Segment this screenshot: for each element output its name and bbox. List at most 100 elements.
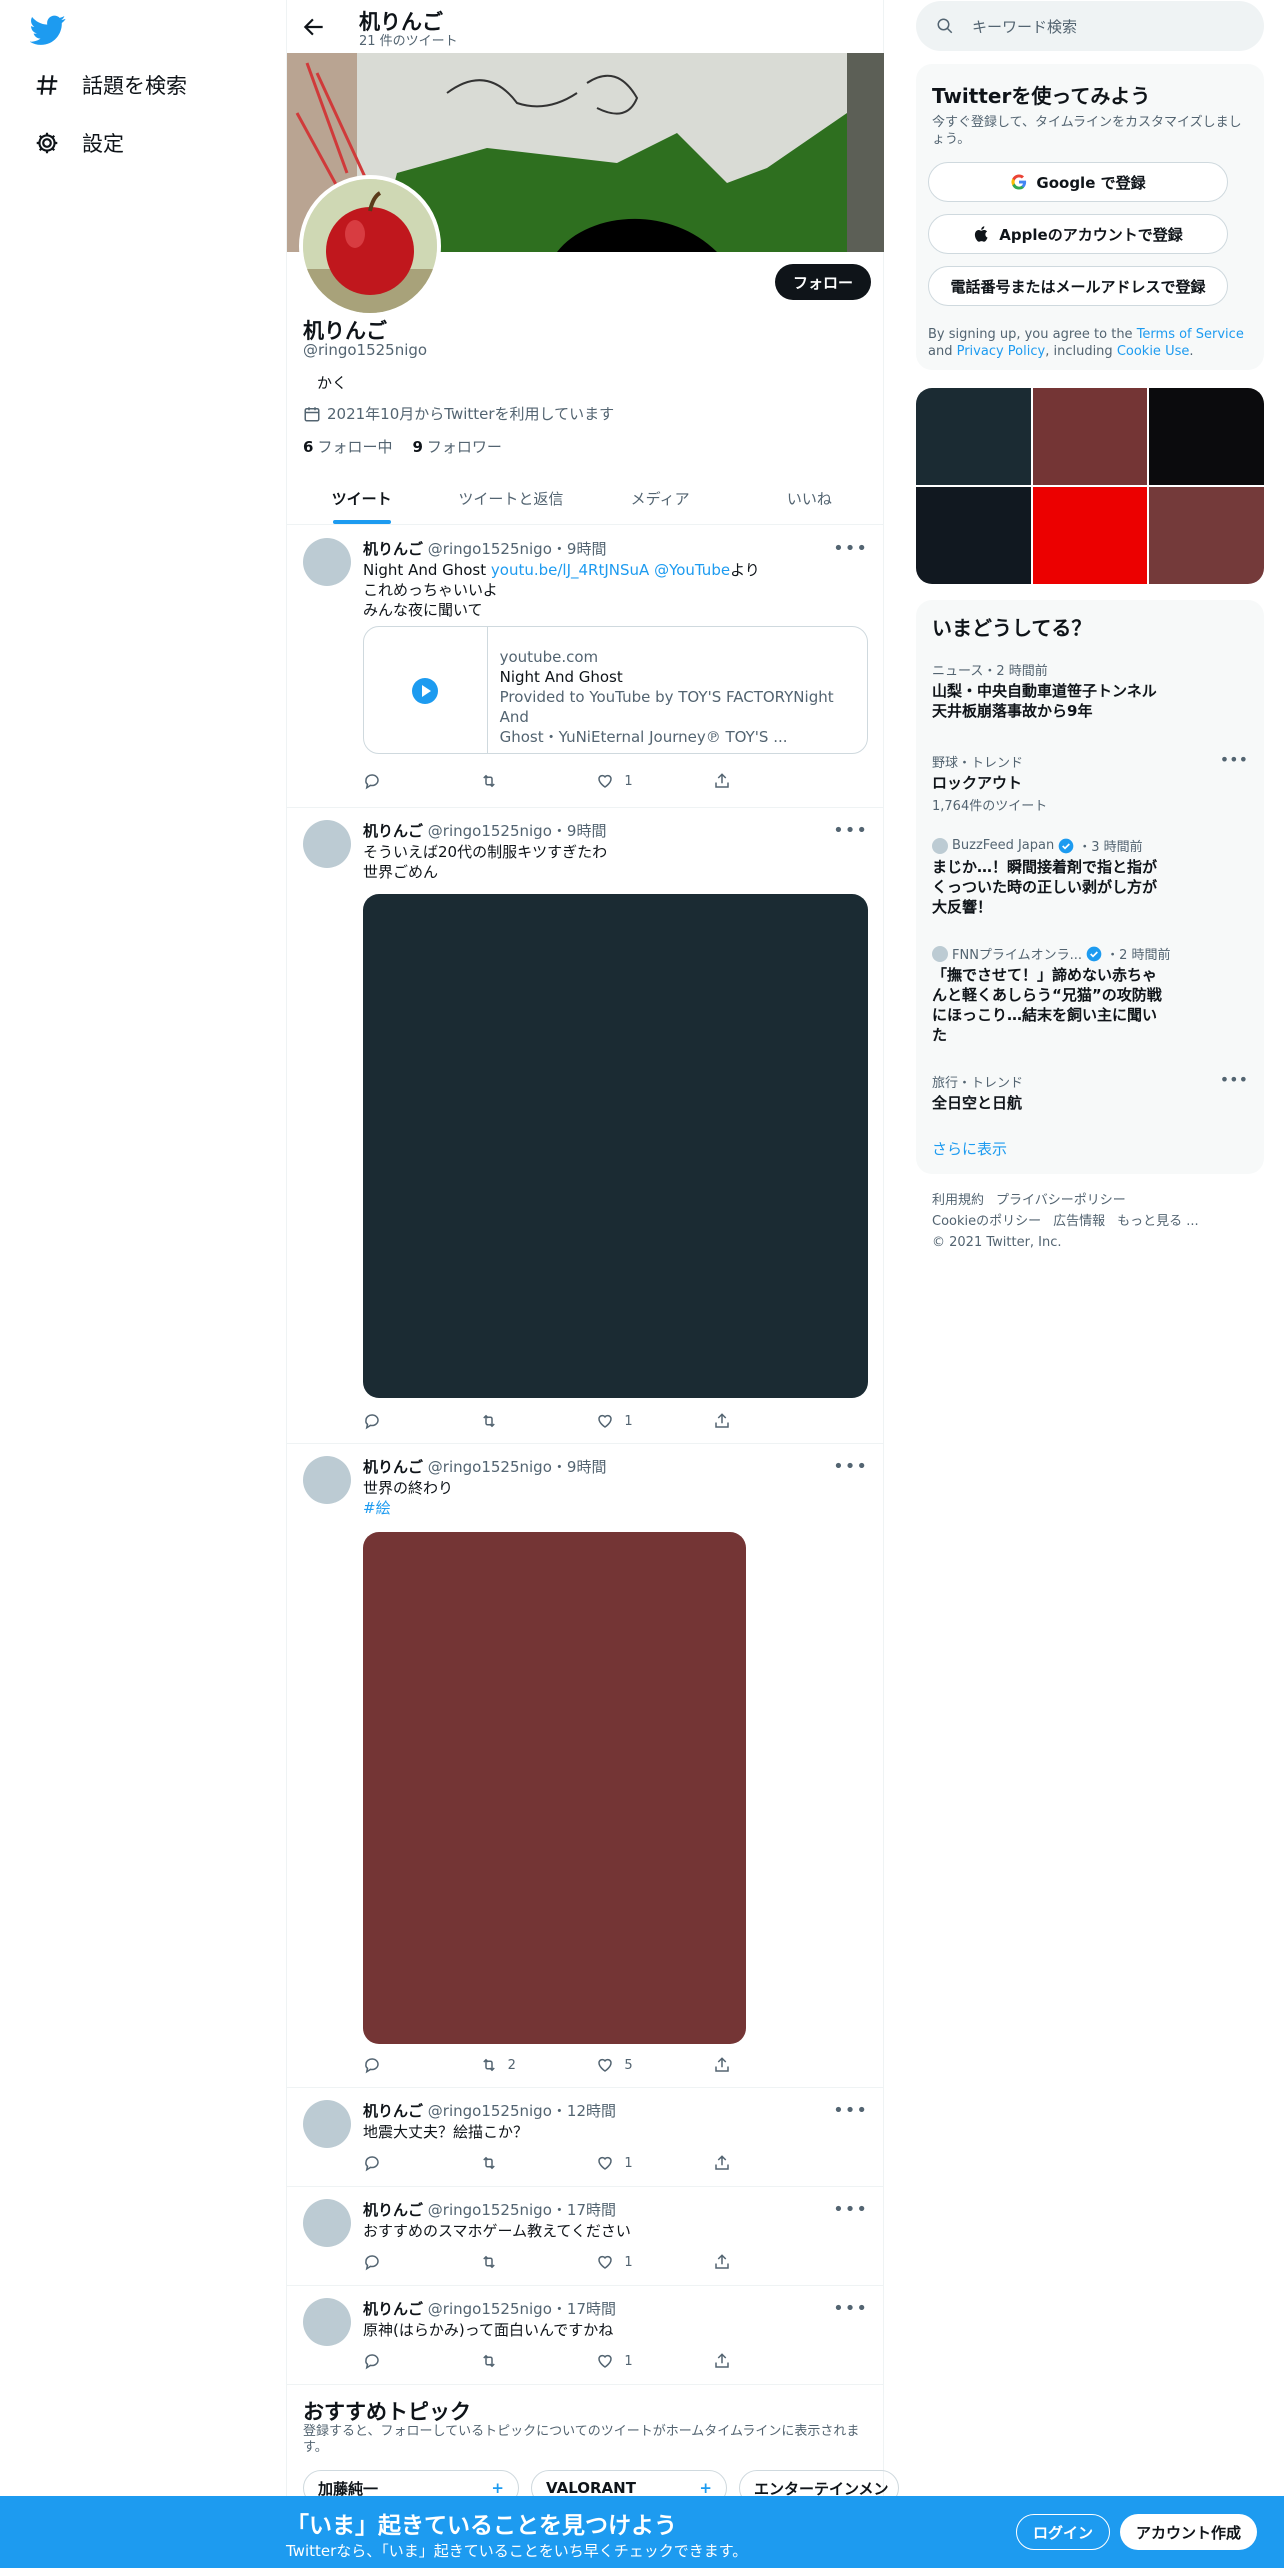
share-button[interactable] — [713, 2056, 793, 2074]
following-link[interactable]: 6 フォロー中 — [303, 436, 392, 457]
tweet-avatar[interactable] — [303, 2100, 351, 2148]
more-options-icon[interactable]: ••• — [1220, 1070, 1248, 1089]
footer-ads-link[interactable]: 広告情報 — [1053, 1214, 1105, 1229]
tweet-author-name[interactable]: 机りんご — [363, 540, 423, 558]
tweet-time[interactable]: 17時間 — [567, 2300, 616, 2318]
tweet-time[interactable]: 17時間 — [567, 2201, 616, 2219]
followers-link[interactable]: 9 フォロワー — [412, 436, 501, 457]
tweet-avatar[interactable] — [303, 1456, 351, 1504]
like-button[interactable]: 1 — [596, 2253, 676, 2271]
media-thumbnail[interactable] — [1032, 388, 1148, 485]
retweet-button[interactable] — [480, 1412, 560, 1430]
retweet-button[interactable] — [480, 772, 560, 790]
link-card[interactable]: youtube.com Night And Ghost Provided to … — [363, 626, 868, 754]
tweet[interactable]: 机りんご @ringo1525nigo・12時間 ••• 地震大丈夫？絵描こか？… — [287, 2088, 884, 2187]
reply-button[interactable] — [363, 2056, 443, 2074]
like-button[interactable]: 1 — [596, 2154, 676, 2172]
trend-item[interactable]: BuzzFeed Japan ・3 時間前 まじか…！瞬間接着剤で指と指が くっつ… — [932, 836, 1232, 917]
share-button[interactable] — [713, 772, 793, 790]
tweet-author-name[interactable]: 机りんご — [363, 2300, 423, 2318]
retweet-button[interactable]: 2 — [480, 2056, 560, 2074]
like-button[interactable]: 1 — [596, 2352, 676, 2370]
search-input[interactable]: キーワード検索 — [972, 16, 1077, 37]
tweet-avatar[interactable] — [303, 2298, 351, 2346]
tweet-media-image[interactable] — [363, 894, 868, 1398]
tab-likes[interactable]: いいね — [735, 472, 884, 524]
tweet-time[interactable]: 9時間 — [567, 822, 607, 840]
nav-settings[interactable]: 設定 — [34, 128, 124, 158]
trend-item[interactable]: ニュース・2 時間前 山梨・中央自動車道笹子トンネル 天井板崩落事故から9年 — [932, 660, 1232, 721]
cookie-use-link[interactable]: Cookie Use — [1117, 344, 1190, 359]
login-button[interactable]: ログイン — [1016, 2514, 1111, 2550]
reply-button[interactable] — [363, 2154, 443, 2172]
footer-privacy-link[interactable]: プライバシーポリシー — [996, 1193, 1126, 1208]
more-options-icon[interactable]: ••• — [833, 538, 868, 559]
tweet-author-name[interactable]: 机りんご — [363, 1458, 423, 1476]
footer-cookie-link[interactable]: Cookieのポリシー — [932, 1214, 1041, 1229]
more-options-icon[interactable]: ••• — [1220, 750, 1248, 769]
tweet[interactable]: 机りんご @ringo1525nigo・9時間 ••• Night And Gh… — [287, 526, 884, 808]
twitter-logo-icon[interactable] — [30, 12, 66, 48]
google-signup-button[interactable]: Google で登録 — [928, 162, 1228, 202]
apple-signup-button[interactable]: Appleのアカウントで登録 — [928, 214, 1228, 254]
more-options-icon[interactable]: ••• — [833, 2199, 868, 2220]
tweet-media-image[interactable] — [363, 1532, 746, 2044]
phone-email-signup-button[interactable]: 電話番号またはメールアドレスで登録 — [928, 266, 1228, 306]
tweet[interactable]: 机りんご @ringo1525nigo・17時間 ••• おすすめのスマホゲーム… — [287, 2187, 884, 2286]
back-arrow-icon[interactable] — [301, 14, 327, 40]
reply-button[interactable] — [363, 2352, 443, 2370]
nav-explore[interactable]: 話題を検索 — [34, 70, 187, 100]
plus-icon[interactable]: + — [699, 2479, 712, 2497]
like-button[interactable]: 1 — [596, 772, 676, 790]
more-options-icon[interactable]: ••• — [833, 1456, 868, 1477]
media-thumbnail[interactable] — [916, 388, 1031, 485]
privacy-policy-link[interactable]: Privacy Policy — [957, 344, 1046, 359]
terms-of-service-link[interactable]: Terms of Service — [1137, 327, 1244, 342]
profile-avatar[interactable] — [299, 175, 441, 317]
tweet-avatar[interactable] — [303, 2199, 351, 2247]
tweet[interactable]: 机りんご @ringo1525nigo・17時間 ••• 原神(はらかみ)って面… — [287, 2286, 884, 2385]
tab-tweets-and-replies[interactable]: ツイートと返信 — [436, 472, 585, 524]
tweet-link[interactable]: youtu.be/lJ_4RtJNSuA @YouTube — [491, 561, 730, 579]
reply-button[interactable] — [363, 2253, 443, 2271]
trend-item[interactable]: 旅行・トレンド 全日空と日航 — [932, 1072, 1232, 1113]
share-button[interactable] — [713, 2253, 793, 2271]
tweet[interactable]: 机りんご @ringo1525nigo・9時間 ••• そういえば20代の制服キ… — [287, 808, 884, 1444]
trend-item[interactable]: 野球・トレンド ロックアウト 1,764件のツイート — [932, 752, 1232, 814]
retweet-button[interactable] — [480, 2154, 560, 2172]
share-button[interactable] — [713, 2154, 793, 2172]
more-options-icon[interactable]: ••• — [833, 2298, 868, 2319]
like-button[interactable]: 1 — [596, 1412, 676, 1430]
footer-more-link[interactable]: もっと見る ... — [1117, 1214, 1199, 1229]
share-button[interactable] — [713, 1412, 793, 1430]
tweet-avatar[interactable] — [303, 538, 351, 586]
show-more-link[interactable]: さらに表示 — [932, 1138, 1007, 1159]
tweet-author-name[interactable]: 机りんご — [363, 2201, 423, 2219]
tweet-time[interactable]: 9時間 — [567, 540, 607, 558]
retweet-button[interactable] — [480, 2253, 560, 2271]
tweet-avatar[interactable] — [303, 820, 351, 868]
media-thumbnail[interactable] — [1149, 487, 1264, 584]
follow-button[interactable]: フォロー — [775, 264, 872, 300]
more-options-icon[interactable]: ••• — [833, 2100, 868, 2121]
create-account-button[interactable]: アカウント作成 — [1120, 2514, 1258, 2550]
hashtag-link[interactable]: #絵 — [363, 1499, 391, 1517]
footer-terms-link[interactable]: 利用規約 — [932, 1193, 984, 1208]
search-bar[interactable]: キーワード検索 — [916, 1, 1264, 51]
tweet-author-name[interactable]: 机りんご — [363, 2102, 423, 2120]
media-thumbnail[interactable] — [916, 487, 1031, 584]
media-thumbnail[interactable] — [1032, 487, 1148, 584]
tweet-time[interactable]: 12時間 — [567, 2102, 616, 2120]
tab-media[interactable]: メディア — [586, 472, 735, 524]
tweet-time[interactable]: 9時間 — [567, 1458, 607, 1476]
plus-icon[interactable]: + — [491, 2479, 504, 2497]
like-button[interactable]: 5 — [596, 2056, 676, 2074]
media-thumbnail[interactable] — [1149, 388, 1264, 485]
reply-button[interactable] — [363, 1412, 443, 1430]
tweet-author-name[interactable]: 机りんご — [363, 822, 423, 840]
reply-button[interactable] — [363, 772, 443, 790]
tab-tweets[interactable]: ツイート — [287, 472, 436, 524]
share-button[interactable] — [713, 2352, 793, 2370]
tweet[interactable]: 机りんご @ringo1525nigo・9時間 ••• 世界の終わり #絵 2 … — [287, 1444, 884, 2088]
retweet-button[interactable] — [480, 2352, 560, 2370]
